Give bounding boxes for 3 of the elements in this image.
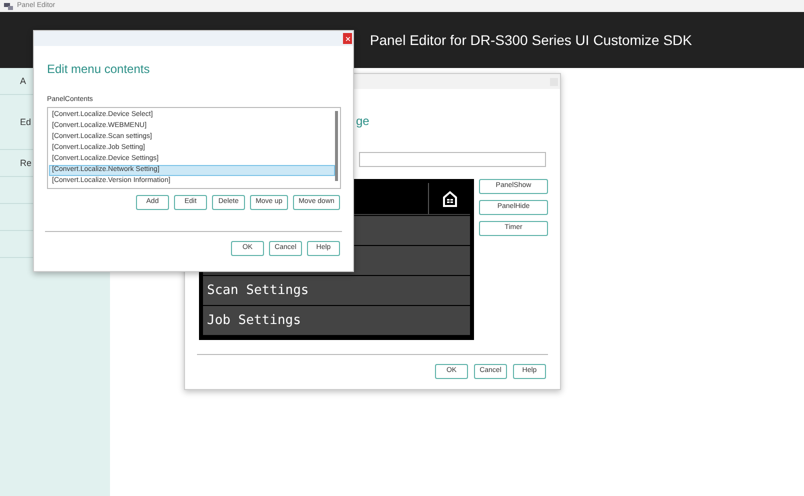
dialog-heading: Edit menu contents — [47, 61, 150, 78]
dialog-heading: ge — [356, 114, 370, 128]
header-title: Panel Editor for DR-S300 Series UI Customize SDK — [370, 30, 692, 50]
